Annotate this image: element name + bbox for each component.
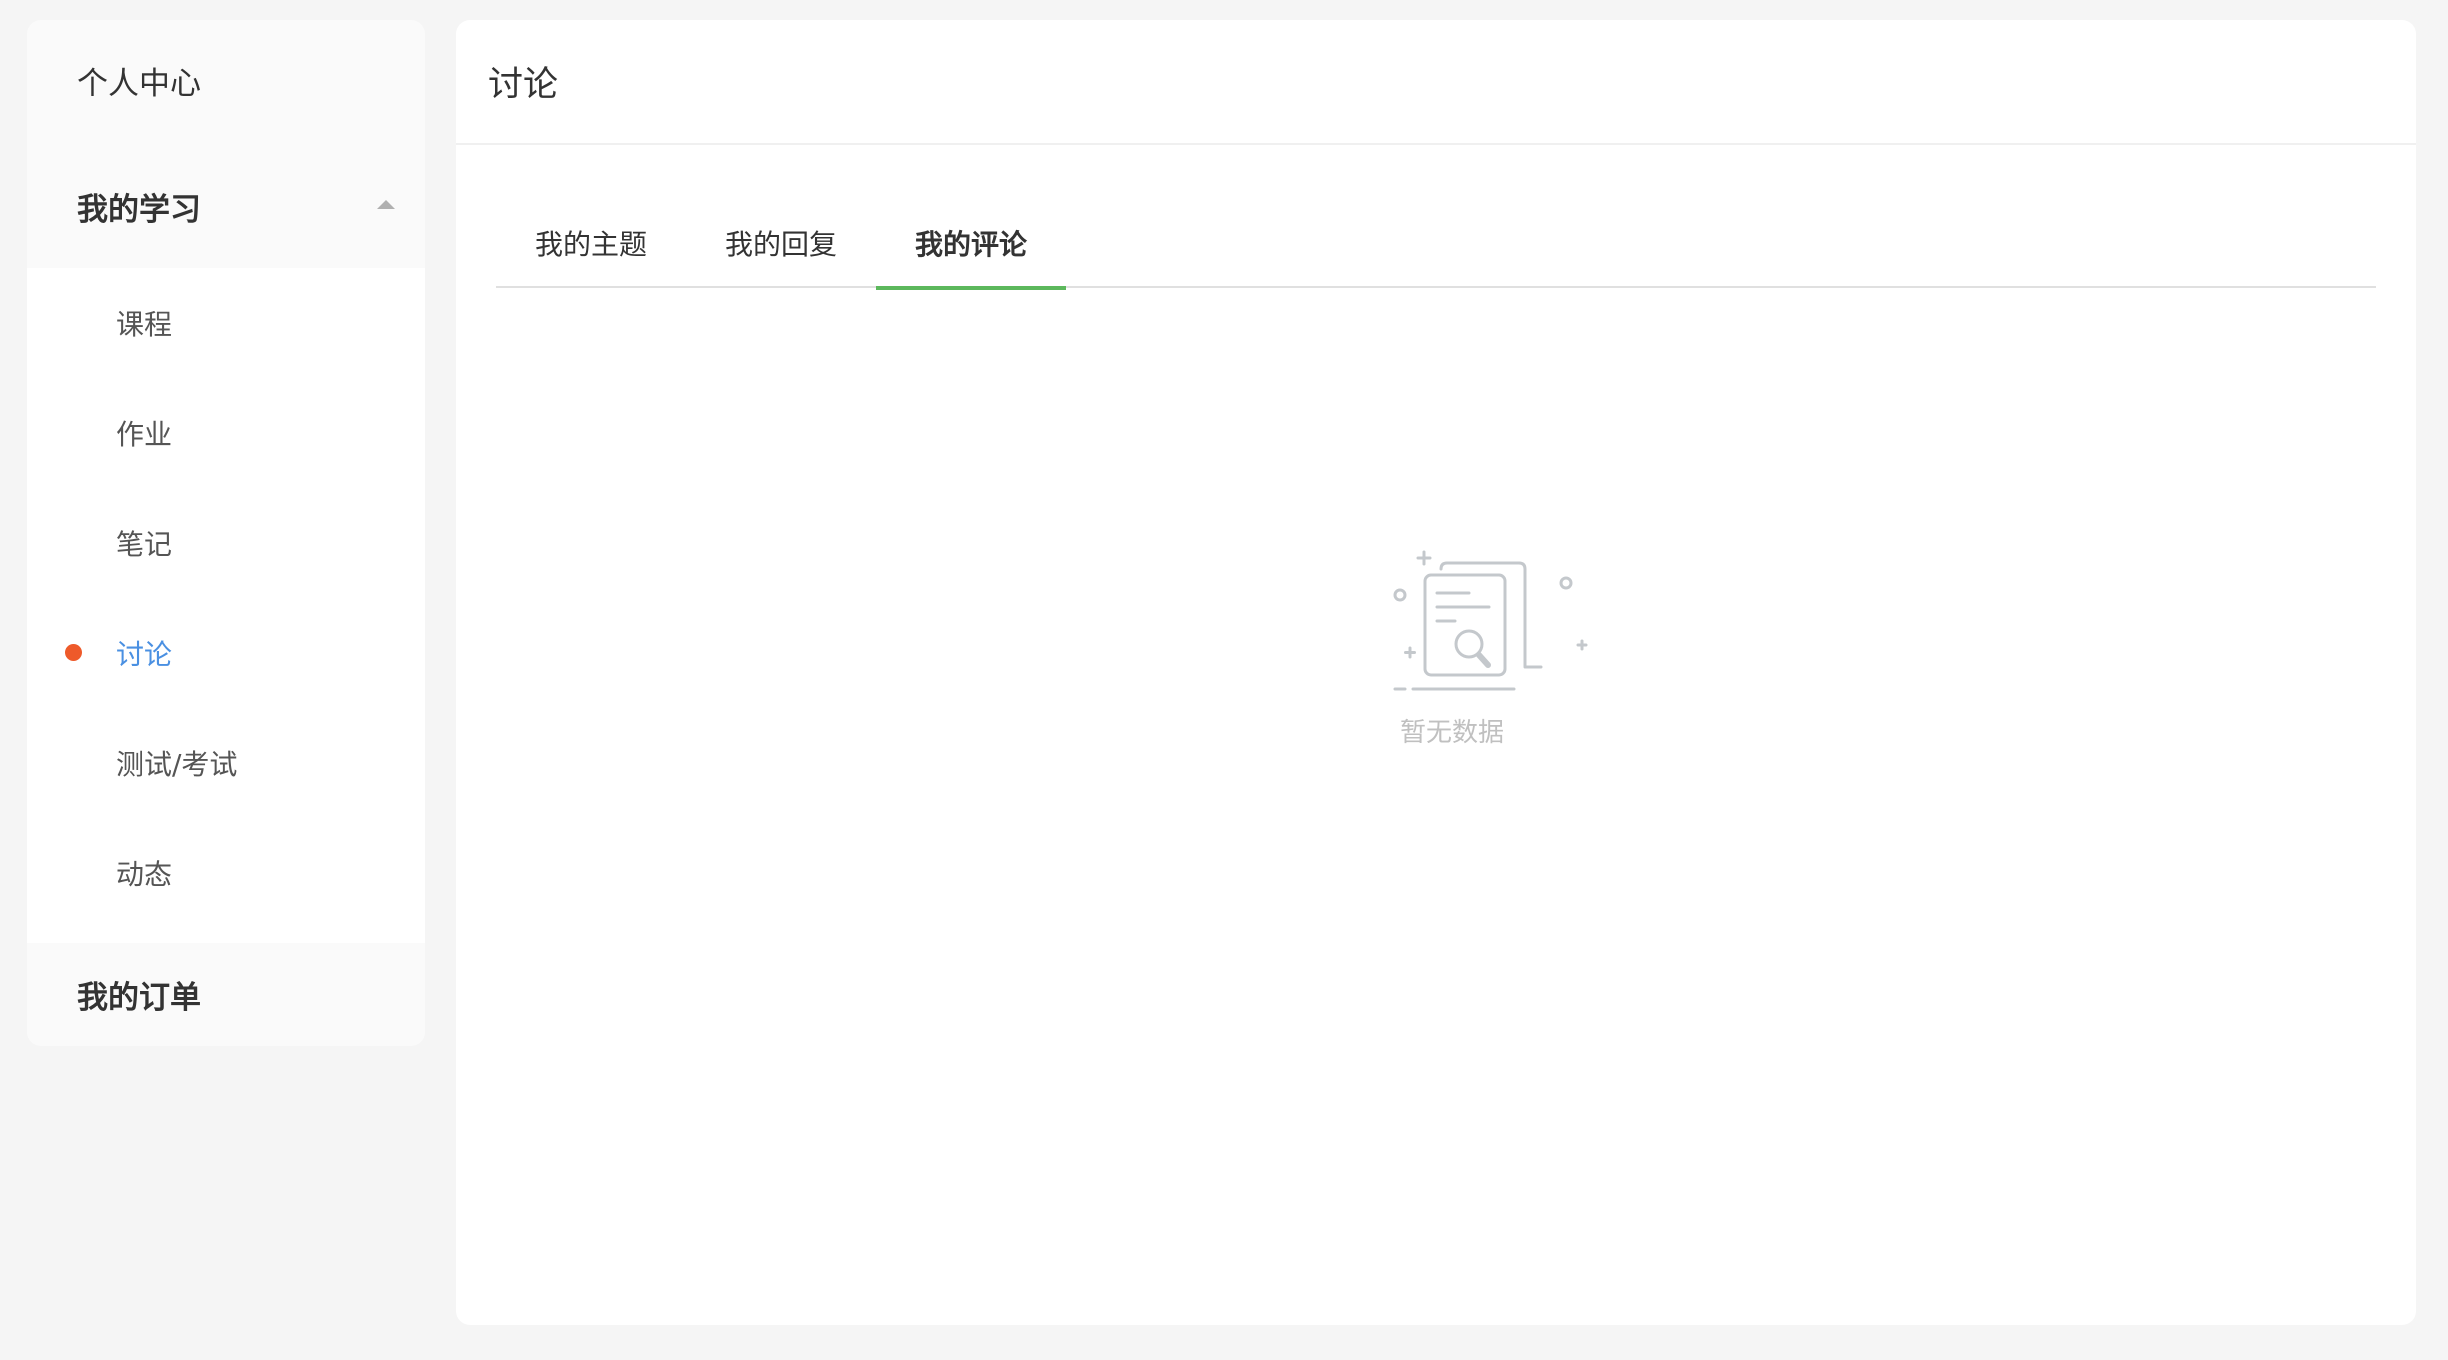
study-submenu: 课程 作业 笔记 讨论 测试/考试 动态 <box>27 268 425 943</box>
tab-bar: 我的主题 我的回复 我的评论 <box>496 198 2376 290</box>
caret-up-icon <box>377 200 395 209</box>
page-title: 讨论 <box>488 65 559 105</box>
empty-document-search-icon <box>1391 545 1591 705</box>
sidebar-item-label: 笔记 <box>116 528 173 561</box>
tab-label: 我的主题 <box>534 228 647 261</box>
main-panel: 讨论 我的主题 我的回复 我的评论 暂无数据 <box>456 20 2416 1325</box>
menu-my-study[interactable]: 我的学习 <box>27 144 425 268</box>
sidebar-item-activity[interactable]: 动态 <box>27 818 425 928</box>
menu-my-orders-label: 我的订单 <box>77 980 201 1016</box>
menu-my-study-label: 我的学习 <box>77 191 201 228</box>
sidebar-item-label: 讨论 <box>116 638 173 671</box>
sidebar-item-notes[interactable]: 笔记 <box>27 488 425 598</box>
sidebar-item-label: 测试/考试 <box>116 748 238 781</box>
menu-personal-center-label: 个人中心 <box>77 65 201 102</box>
menu-personal-center[interactable]: 个人中心 <box>27 20 425 140</box>
sidebar-item-label: 作业 <box>116 418 173 451</box>
page-header: 讨论 <box>456 20 2416 145</box>
sidebar-item-label: 课程 <box>116 308 173 341</box>
sidebar-item-discussion[interactable]: 讨论 <box>27 598 425 708</box>
tab-my-comments[interactable]: 我的评论 <box>876 198 1066 290</box>
sidebar-item-courses[interactable]: 课程 <box>27 268 425 378</box>
active-dot-icon <box>65 644 82 661</box>
tab-my-topics[interactable]: 我的主题 <box>496 198 686 288</box>
sidebar-item-label: 动态 <box>116 858 173 891</box>
empty-state-text: 暂无数据 <box>1399 718 1504 748</box>
sidebar-item-tests[interactable]: 测试/考试 <box>27 708 425 818</box>
tab-label: 我的评论 <box>914 228 1027 261</box>
menu-my-orders[interactable]: 我的订单 <box>27 943 425 1046</box>
tab-label: 我的回复 <box>724 228 837 261</box>
sidebar-item-homework[interactable]: 作业 <box>27 378 425 488</box>
tab-my-replies[interactable]: 我的回复 <box>686 198 876 288</box>
sidebar: 个人中心 我的学习 课程 作业 笔记 讨论 测试/考试 动态 我的订单 <box>27 20 425 1046</box>
